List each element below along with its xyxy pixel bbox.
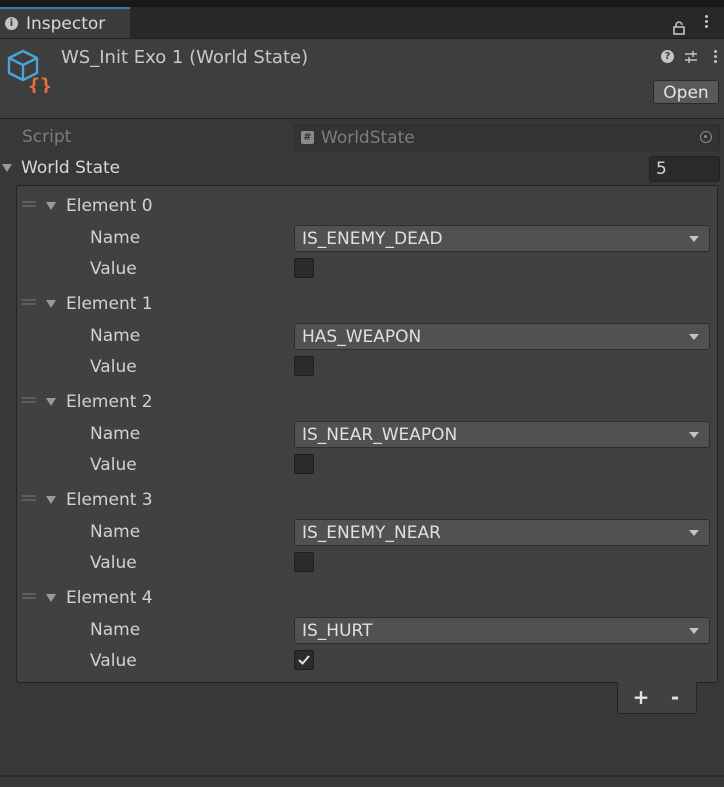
lock-icon[interactable] xyxy=(673,21,685,35)
element-label[interactable]: Element 3 xyxy=(66,490,153,510)
drag-handle-icon[interactable] xyxy=(22,495,36,501)
scriptable-object-icon: {} xyxy=(7,49,50,93)
add-element-button[interactable]: + xyxy=(626,684,656,710)
drag-handle-icon[interactable] xyxy=(22,593,36,599)
value-label: Value xyxy=(90,455,137,475)
dropdown-value: HAS_WEAPON xyxy=(302,327,422,347)
value-checkbox[interactable] xyxy=(294,552,314,572)
inspector-header: {} WS_Init Exo 1 (World State) ? Open xyxy=(0,39,724,119)
value-label: Value xyxy=(90,259,137,279)
remove-element-button[interactable]: - xyxy=(660,684,690,710)
world-state-size-field[interactable]: 5 xyxy=(649,156,720,182)
tab-strip: i Inspector xyxy=(0,7,724,39)
presets-icon[interactable] xyxy=(684,50,698,64)
element-label[interactable]: Element 1 xyxy=(66,294,153,314)
object-title: WS_Init Exo 1 (World State) xyxy=(61,47,309,68)
element-foldout-icon[interactable] xyxy=(46,496,56,504)
world-state-foldout-icon[interactable] xyxy=(2,164,12,172)
help-icon[interactable]: ? xyxy=(661,50,674,63)
header-menu-icon[interactable] xyxy=(714,50,718,65)
dropdown-value: IS_ENEMY_DEAD xyxy=(302,229,443,249)
tab-label: Inspector xyxy=(26,14,106,34)
top-bar xyxy=(0,0,724,7)
element-label[interactable]: Element 2 xyxy=(66,392,153,412)
open-button[interactable]: Open xyxy=(653,80,719,104)
bottom-divider xyxy=(0,775,724,777)
element-foldout-icon[interactable] xyxy=(46,594,56,602)
tab-menu-icon[interactable] xyxy=(705,15,709,30)
checkmark-icon xyxy=(298,655,310,665)
element-foldout-icon[interactable] xyxy=(46,202,56,210)
value-label: Value xyxy=(90,651,137,671)
name-dropdown[interactable]: IS_HURT xyxy=(294,617,710,644)
value-checkbox[interactable] xyxy=(294,258,314,278)
dropdown-value: IS_HURT xyxy=(302,621,373,641)
script-field: # WorldState xyxy=(294,124,720,151)
element-label[interactable]: Element 4 xyxy=(66,588,153,608)
name-label: Name xyxy=(90,228,141,248)
chevron-down-icon xyxy=(689,628,699,634)
chevron-down-icon xyxy=(689,432,699,438)
value-label: Value xyxy=(90,553,137,573)
value-checkbox[interactable] xyxy=(294,454,314,474)
name-label: Name xyxy=(90,620,141,640)
value-checkbox[interactable] xyxy=(294,356,314,376)
chevron-down-icon xyxy=(689,236,699,242)
name-dropdown[interactable]: IS_ENEMY_DEAD xyxy=(294,225,710,252)
chevron-down-icon xyxy=(689,334,699,340)
script-value: WorldState xyxy=(321,128,415,148)
drag-handle-icon[interactable] xyxy=(22,397,36,403)
script-label: Script xyxy=(22,127,72,147)
name-dropdown[interactable]: IS_ENEMY_NEAR xyxy=(294,519,710,546)
chevron-down-icon xyxy=(689,530,699,536)
name-dropdown[interactable]: IS_NEAR_WEAPON xyxy=(294,421,710,448)
value-checkbox-checked[interactable] xyxy=(294,650,314,670)
element-foldout-icon[interactable] xyxy=(46,300,56,308)
dropdown-value: IS_ENEMY_NEAR xyxy=(302,523,441,543)
csharp-script-icon: # xyxy=(301,131,314,144)
name-label: Name xyxy=(90,424,141,444)
element-label[interactable]: Element 0 xyxy=(66,196,153,216)
world-state-label[interactable]: World State xyxy=(21,158,120,178)
name-dropdown[interactable]: HAS_WEAPON xyxy=(294,323,710,350)
list-footer: + - xyxy=(617,682,697,714)
dropdown-value: IS_NEAR_WEAPON xyxy=(302,425,458,445)
tab-inspector[interactable]: i Inspector xyxy=(0,7,130,38)
name-label: Name xyxy=(90,522,141,542)
name-label: Name xyxy=(90,326,141,346)
svg-text:{}: {} xyxy=(28,74,50,93)
element-foldout-icon[interactable] xyxy=(46,398,56,406)
value-label: Value xyxy=(90,357,137,377)
info-icon: i xyxy=(5,17,18,30)
drag-handle-icon[interactable] xyxy=(22,201,36,207)
object-picker-icon[interactable] xyxy=(700,131,712,143)
drag-handle-icon[interactable] xyxy=(22,299,36,305)
